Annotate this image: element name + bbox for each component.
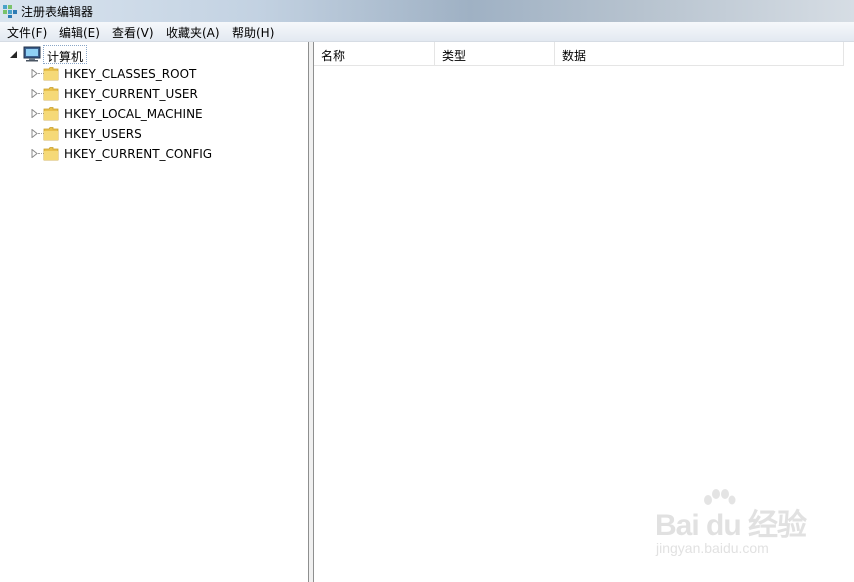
tree-item-hkey-users[interactable]: HKEY_USERS: [0, 125, 300, 143]
menu-view[interactable]: 查看(V): [111, 24, 155, 41]
tree-item-hkey-local-machine[interactable]: HKEY_LOCAL_MACHINE: [0, 105, 300, 123]
tree-root-computer[interactable]: 计算机: [0, 45, 300, 64]
column-header-type[interactable]: 类型: [435, 42, 555, 66]
tree-item-hkey-classes-root[interactable]: HKEY_CLASSES_ROOT: [0, 65, 300, 83]
menu-help[interactable]: 帮助(H): [231, 24, 275, 41]
menu-bar: 文件(F) 编辑(E) 查看(V) 收藏夹(A) 帮助(H): [0, 22, 854, 42]
regedit-icon: [3, 5, 17, 18]
folder-icon: [43, 87, 59, 101]
folder-icon: [43, 67, 59, 81]
watermark-url: jingyan.baidu.com: [656, 540, 769, 556]
column-header-row: 名称 类型 数据: [314, 42, 844, 66]
folder-icon: [43, 107, 59, 121]
tree-item-hkey-current-user[interactable]: HKEY_CURRENT_USER: [0, 85, 300, 103]
menu-edit[interactable]: 编辑(E): [58, 24, 101, 41]
tree-item-hkey-current-config[interactable]: HKEY_CURRENT_CONFIG: [0, 145, 300, 163]
column-header-data[interactable]: 数据: [555, 42, 844, 66]
tree-item-label: HKEY_CURRENT_USER: [64, 87, 198, 101]
menu-favorites[interactable]: 收藏夹(A): [165, 24, 221, 41]
computer-icon: [23, 46, 41, 62]
watermark-brand: Bai du 经验: [655, 509, 807, 542]
menu-file[interactable]: 文件(F): [6, 24, 48, 41]
registry-tree-pane[interactable]: 计算机 HKEY_CLASSES_ROOT HKEY_CURRENT_USER: [0, 42, 309, 582]
tree-item-label: HKEY_CLASSES_ROOT: [64, 67, 197, 81]
title-bar[interactable]: 注册表编辑器: [0, 0, 854, 22]
tree-item-label: HKEY_USERS: [64, 127, 142, 141]
tree-root-label: 计算机: [43, 45, 88, 64]
tree-item-label: HKEY_CURRENT_CONFIG: [64, 147, 213, 161]
tree-item-label: HKEY_LOCAL_MACHINE: [64, 107, 203, 121]
column-header-name[interactable]: 名称: [314, 42, 435, 66]
folder-icon: [43, 147, 59, 161]
collapse-arrow-icon[interactable]: [9, 50, 18, 59]
window-title: 注册表编辑器: [21, 5, 94, 19]
baidu-jingyan-watermark: Bai du 经验 jingyan.baidu.com: [650, 488, 810, 568]
folder-icon: [43, 127, 59, 141]
